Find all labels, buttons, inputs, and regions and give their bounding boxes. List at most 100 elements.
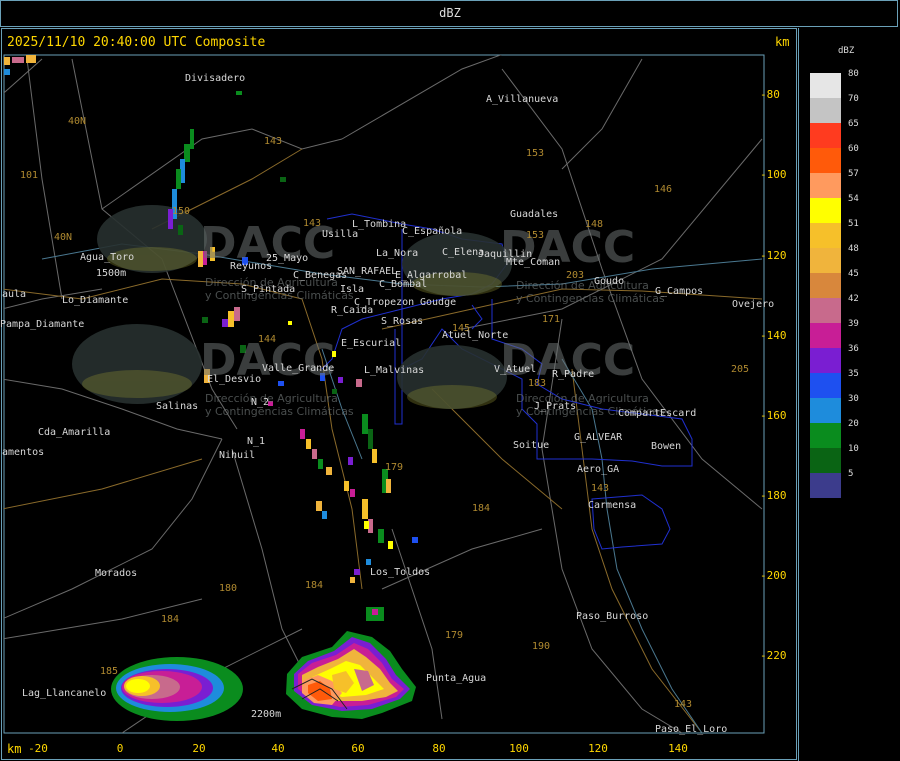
road-label: 144 <box>258 334 277 345</box>
place-label: R_Padre <box>552 369 595 380</box>
legend-swatch <box>810 398 841 423</box>
road-label: 143 <box>674 699 693 710</box>
legend-label: 36 <box>848 344 859 354</box>
road-label: 184 <box>305 580 324 591</box>
place-label: aula <box>2 289 27 300</box>
place-label: CompartEscard <box>618 408 697 419</box>
legend-label: 70 <box>848 94 859 104</box>
place-label: C_Bombal <box>379 279 428 290</box>
legend-label: 39 <box>848 319 859 329</box>
road-label: 150 <box>172 206 191 217</box>
y-tick: -200 <box>760 569 787 582</box>
place-label: J_Prats <box>534 401 577 412</box>
radar-map <box>3 54 765 734</box>
place-label: Cda_Amarilla <box>38 427 111 438</box>
x-tick: -20 <box>28 742 48 755</box>
place-label: C_Española <box>402 226 463 237</box>
x-tick: 0 <box>116 742 124 755</box>
legend-label: 80 <box>848 69 859 79</box>
legend-label: 45 <box>848 269 859 279</box>
place-label: Agua_Toro <box>80 252 135 263</box>
legend-swatch <box>810 173 841 198</box>
legend-swatch <box>810 123 841 148</box>
place-label: SAN_RAFAEL <box>337 266 398 277</box>
place-label: L_Tombina <box>352 219 407 230</box>
road-label: 205 <box>731 364 750 375</box>
y-tick: -120 <box>760 249 787 262</box>
road-label: 179 <box>445 630 464 641</box>
place-label: N_2 <box>251 397 270 408</box>
legend-swatch <box>810 98 841 123</box>
legend-label: 30 <box>848 394 859 404</box>
legend-label: 65 <box>848 119 859 129</box>
place-label: Pampa_Diamante <box>0 319 85 330</box>
road-label: 146 <box>654 184 673 195</box>
chart-title: dBZ <box>439 6 461 20</box>
place-label: Valle_Grande <box>262 363 335 374</box>
place-label: Goudo <box>594 276 625 287</box>
road-label: 143 <box>591 483 610 494</box>
x-tick: 120 <box>588 742 608 755</box>
road-label: 203 <box>566 270 585 281</box>
x-tick: 20 <box>192 742 206 755</box>
x-tick: 100 <box>509 742 529 755</box>
legend-label: 20 <box>848 419 859 429</box>
legend-label: 5 <box>848 469 854 479</box>
legend-swatch <box>810 323 841 348</box>
place-label: Atuel_Norte <box>442 330 509 341</box>
place-label: amentos <box>2 447 45 458</box>
road-label: 153 <box>526 148 545 159</box>
legend-label: 54 <box>848 194 859 204</box>
road-label: 184 <box>472 503 491 514</box>
road-label: 148 <box>585 219 604 230</box>
road-label: 185 <box>100 666 119 677</box>
place-label: G_Campos <box>655 286 704 297</box>
place-label: A_Villanueva <box>486 94 559 105</box>
place-label: Los_Toldos <box>370 567 431 578</box>
place-label: Punta_Agua <box>426 673 487 684</box>
y-tick: -140 <box>760 329 787 342</box>
legend-label: 51 <box>848 219 859 229</box>
place-label: Lag_Llancanelo <box>22 688 107 699</box>
place-label: Goudge <box>420 297 457 308</box>
legend-label: 35 <box>848 369 859 379</box>
place-label: Nihuil <box>219 450 256 461</box>
place-label: S_Pintada <box>241 284 296 295</box>
road-label: 143 <box>303 218 322 229</box>
road-label: 40N <box>54 232 73 243</box>
place-label: E_Escurial <box>341 338 402 349</box>
legend-swatch <box>810 448 841 473</box>
place-label: L_Malvinas <box>364 365 425 376</box>
road-label: 40N <box>68 116 87 127</box>
place-label: S_Rosas <box>381 316 424 327</box>
road-label: 143 <box>264 136 283 147</box>
watermark-text: Dirección de Agricultura y Contingencias … <box>516 279 665 305</box>
place-label: Divisadero <box>185 73 246 84</box>
watermark-text: Dirección de Agricultura y Contingencias … <box>205 392 354 418</box>
radar-map-panel <box>1 28 797 760</box>
legend-swatch <box>810 373 841 398</box>
road-label: 179 <box>385 462 404 473</box>
x-unit-label: km <box>7 742 22 756</box>
x-tick: 140 <box>668 742 688 755</box>
road-label: 171 <box>542 314 561 325</box>
place-label: Mte_Coman <box>506 257 561 268</box>
place-label: Paso_Burroso <box>576 611 649 622</box>
legend-swatch <box>810 198 841 223</box>
place-label: 1500m <box>96 268 127 279</box>
place-label: Salinas <box>156 401 199 412</box>
radar-echoes <box>4 55 418 721</box>
storm-south <box>286 631 416 719</box>
legend-swatch <box>810 273 841 298</box>
storm-southwest <box>111 657 243 721</box>
y-tick: -80 <box>760 88 780 101</box>
place-label: Guadales <box>510 209 559 220</box>
legend-label: 42 <box>848 294 859 304</box>
legend-swatch <box>810 248 841 273</box>
place-label: G_ALVEAR <box>574 432 623 443</box>
legend-swatch <box>810 473 841 498</box>
legend-label: 10 <box>848 444 859 454</box>
x-tick: 60 <box>351 742 365 755</box>
y-tick: -100 <box>760 168 787 181</box>
place-label: V_Atuel <box>494 364 537 375</box>
